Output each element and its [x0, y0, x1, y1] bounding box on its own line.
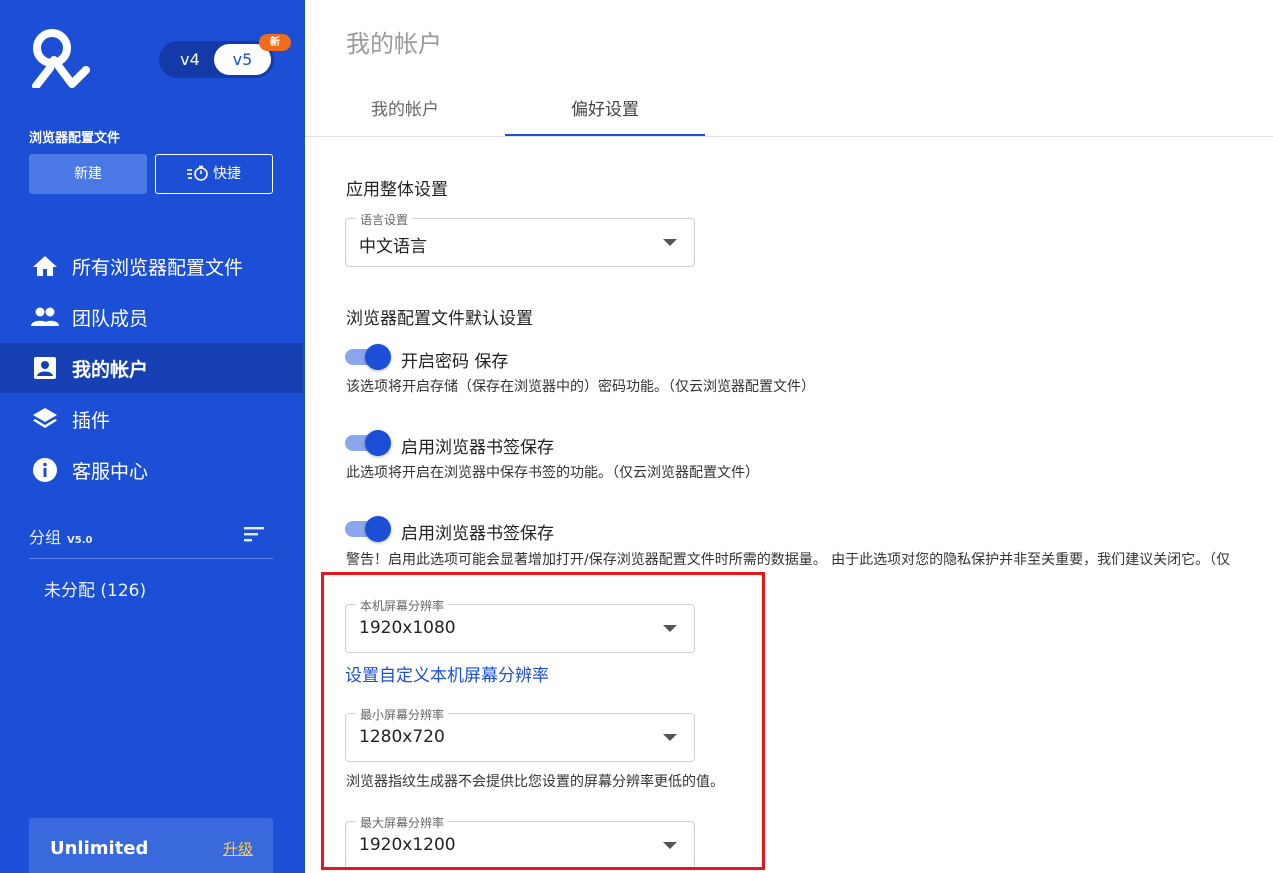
data-volume-warning: 警告！启用此选项可能会显著增加打开/保存浏览器配置文件时所需的数据量。 由于此选… — [346, 552, 1231, 568]
new-profile-button[interactable]: 新建 — [29, 154, 147, 194]
info-icon — [31, 457, 59, 483]
sidebar-item-label: 团队成员 — [72, 307, 149, 330]
annotation-highlight-box — [321, 572, 765, 870]
quick-button-label: 快捷 — [213, 166, 241, 182]
general-settings-title: 应用整体设置 — [346, 180, 448, 200]
tab-preferences[interactable]: 偏好设置 — [571, 95, 639, 120]
caret-down-icon — [663, 239, 677, 246]
home-icon — [31, 253, 59, 279]
sidebar: v4 v5 新 浏览器配置文件 新建 快捷 所有浏览器配置文件 团队成员 我的帐… — [0, 0, 305, 873]
quick-profile-button[interactable]: 快捷 — [155, 154, 273, 194]
profiles-title: 浏览器配置文件 — [29, 131, 121, 146]
bookmark-save-toggle-2[interactable] — [345, 516, 391, 542]
tab-my-account[interactable]: 我的帐户 — [371, 95, 439, 120]
plan-box: Unlimited 升级 — [29, 818, 273, 873]
bookmark-save-toggle[interactable] — [345, 430, 391, 456]
bookmark-save-label: 启用浏览器书签保存 — [401, 438, 554, 458]
tabs-divider — [305, 136, 1273, 137]
group-title: 分组 — [29, 528, 62, 547]
sidebar-item-team-members[interactable]: 团队成员 — [0, 292, 303, 342]
group-item-unassigned[interactable]: 未分配 (126) — [44, 576, 146, 601]
language-select[interactable]: 语言设置 中文语言 — [345, 211, 695, 267]
language-select-label: 语言设置 — [356, 211, 413, 228]
plan-name: Unlimited — [50, 838, 149, 859]
group-divider — [29, 558, 273, 559]
language-select-value: 中文语言 — [359, 237, 427, 257]
new-badge: 新 — [259, 34, 291, 51]
layers-icon — [31, 406, 59, 432]
page-title: 我的帐户 — [346, 30, 442, 58]
account-box-icon — [31, 355, 59, 381]
upgrade-link[interactable]: 升级 — [223, 838, 253, 859]
sidebar-item-label: 客服中心 — [72, 460, 149, 483]
group-version: V5.0 — [67, 535, 93, 546]
logo-icon — [32, 29, 90, 88]
sidebar-item-plugins[interactable]: 插件 — [0, 394, 303, 444]
sort-icon[interactable] — [244, 526, 264, 542]
stopwatch-icon — [187, 165, 208, 181]
bookmark-save-desc: 此选项将开启在浏览器中保存书签的功能。（仅云浏览器配置文件） — [346, 465, 759, 481]
sidebar-item-all-profiles[interactable]: 所有浏览器配置文件 — [0, 241, 303, 291]
password-save-desc: 该选项将开启存储（保存在浏览器中的）密码功能。（仅云浏览器配置文件） — [346, 379, 815, 395]
people-icon — [31, 304, 59, 330]
password-save-label: 开启密码 保存 — [401, 352, 509, 372]
sidebar-item-label: 所有浏览器配置文件 — [72, 256, 244, 279]
sidebar-item-label: 我的帐户 — [72, 358, 149, 381]
sidebar-item-support[interactable]: 客服中心 — [0, 445, 303, 495]
group-section-title: 分组 V5.0 — [29, 524, 92, 548]
bookmark-save-label-2: 启用浏览器书签保存 — [401, 524, 554, 544]
sidebar-item-label: 插件 — [72, 409, 111, 432]
password-save-toggle[interactable] — [345, 344, 391, 370]
version-toggle[interactable]: v4 v5 — [159, 41, 274, 78]
sidebar-item-my-account[interactable]: 我的帐户 — [0, 343, 303, 393]
version-v4-option[interactable]: v4 — [165, 44, 215, 75]
profile-defaults-title: 浏览器配置文件默认设置 — [346, 309, 533, 329]
